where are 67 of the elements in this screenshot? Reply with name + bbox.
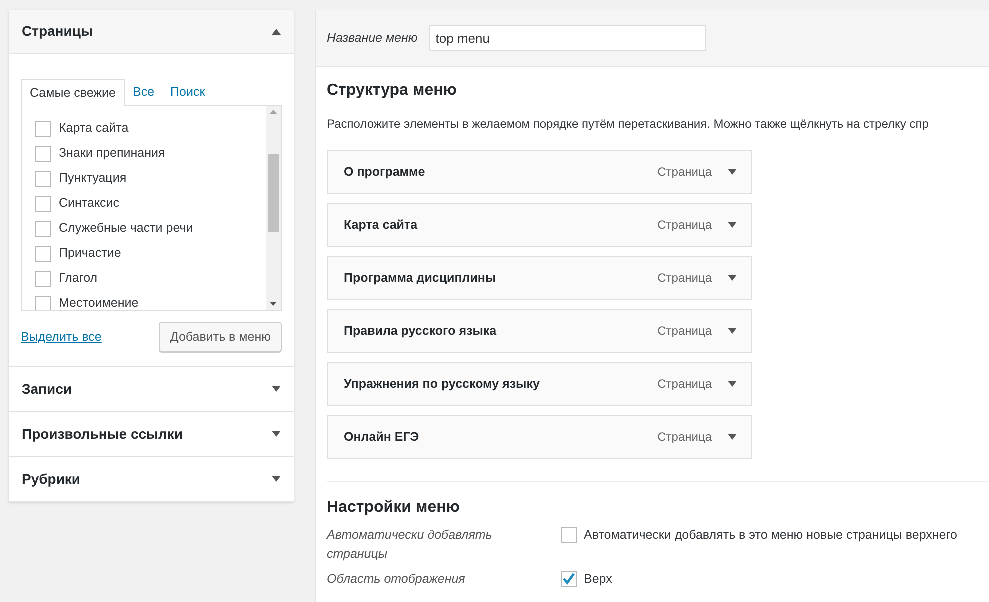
menu-item-type: Страница	[658, 217, 712, 234]
menu-item[interactable]: Онлайн ЕГЭ Страница	[327, 415, 752, 459]
checkbox[interactable]	[35, 270, 51, 286]
section-title: Настройки меню	[327, 498, 461, 518]
item-label: Местоимение	[59, 295, 139, 310]
checkbox[interactable]	[35, 170, 51, 186]
expand-arrow-icon[interactable]	[728, 222, 737, 228]
checkbox[interactable]	[35, 220, 51, 236]
expand-arrow-icon[interactable]	[728, 328, 737, 334]
setting-label: Область отображения	[327, 571, 466, 588]
expand-arrow-icon[interactable]	[272, 386, 281, 392]
menu-item[interactable]: Карта сайта Страница	[327, 203, 752, 247]
menu-item-type: Страница	[658, 429, 712, 446]
scroll-down-arrow-icon[interactable]	[270, 302, 277, 306]
expand-arrow-icon[interactable]	[728, 275, 737, 281]
item-label: Карта сайта	[59, 120, 129, 138]
menu-item-title: Программа дисциплины	[344, 270, 498, 287]
menu-item-type: Страница	[658, 323, 712, 340]
menu-item-type: Страница	[658, 376, 712, 393]
menu-item-title: Карта сайта	[344, 216, 419, 234]
menu-item[interactable]: Программа дисциплины Страница	[327, 256, 752, 300]
tab[interactable]: Поиск	[162, 79, 214, 105]
description: Расположите элементы в желаемом порядке путём перетаскивания. Можно также щёлкнуть на стрелку спр	[327, 116, 930, 133]
menu-item[interactable]: Упражнения по русскому языку Страница	[327, 362, 752, 406]
checkbox[interactable]	[561, 571, 577, 588]
expand-arrow-icon[interactable]	[272, 476, 281, 482]
select-all-link[interactable]: Выделить все	[21, 328, 102, 346]
item-label: Пунктуация	[59, 170, 127, 188]
expand-arrow-icon[interactable]	[272, 431, 281, 437]
section-header[interactable]: Произвольные ссылки	[9, 412, 294, 456]
item-label: Причастие	[59, 245, 122, 262]
menu-item-title: Онлайн ЕГЭ	[344, 428, 420, 446]
menu-item-title: Упражнения по русскому языку	[344, 376, 541, 393]
checkbox[interactable]	[561, 527, 577, 544]
add-to-menu-button[interactable]: Добавить в меню	[159, 322, 282, 352]
checkbox[interactable]	[35, 196, 51, 212]
expand-arrow-icon[interactable]	[728, 169, 737, 175]
option-label: Верх	[584, 571, 612, 588]
expand-arrow-icon[interactable]	[728, 381, 737, 387]
scrollbar[interactable]	[266, 106, 281, 310]
field-label: Название меню	[327, 30, 418, 47]
menu-item[interactable]: Правила русского языка Страница	[327, 309, 752, 353]
setting-label: Автоматически добавлять страницы	[327, 527, 494, 563]
menu-item-type: Страница	[658, 164, 712, 181]
section-header[interactable]: Страницы	[9, 10, 294, 54]
scroll-up-arrow-icon[interactable]	[270, 110, 277, 114]
item-label: Служебные части речи	[59, 220, 194, 238]
tab[interactable]: Самые свежие	[21, 79, 125, 106]
checkbox[interactable]	[35, 120, 51, 136]
item-label: Глагол	[59, 270, 98, 288]
checkbox[interactable]	[35, 246, 51, 262]
tab[interactable]: Все	[124, 79, 163, 105]
item-label: Знаки препинания	[59, 145, 166, 162]
checkbox[interactable]	[35, 296, 51, 310]
menu-name-field[interactable]: top menu	[428, 25, 706, 51]
expand-arrow-icon[interactable]	[728, 434, 737, 440]
menu-item-title: О программе	[344, 164, 426, 181]
collapse-arrow-icon[interactable]	[272, 28, 281, 34]
option-label: Автоматически добавлять в это меню новые страницы верхнего	[584, 527, 958, 544]
section-title: Структура меню	[327, 81, 458, 101]
menu-item-type: Страница	[658, 270, 712, 287]
item-label: Синтаксис	[59, 195, 120, 212]
checkbox[interactable]	[35, 146, 51, 162]
section-header[interactable]: Рубрики	[9, 457, 294, 501]
menu-item-title: Правила русского языка	[344, 322, 498, 340]
menu-item[interactable]: О программе Страница	[327, 150, 752, 194]
section-header[interactable]: Записи	[9, 367, 294, 411]
